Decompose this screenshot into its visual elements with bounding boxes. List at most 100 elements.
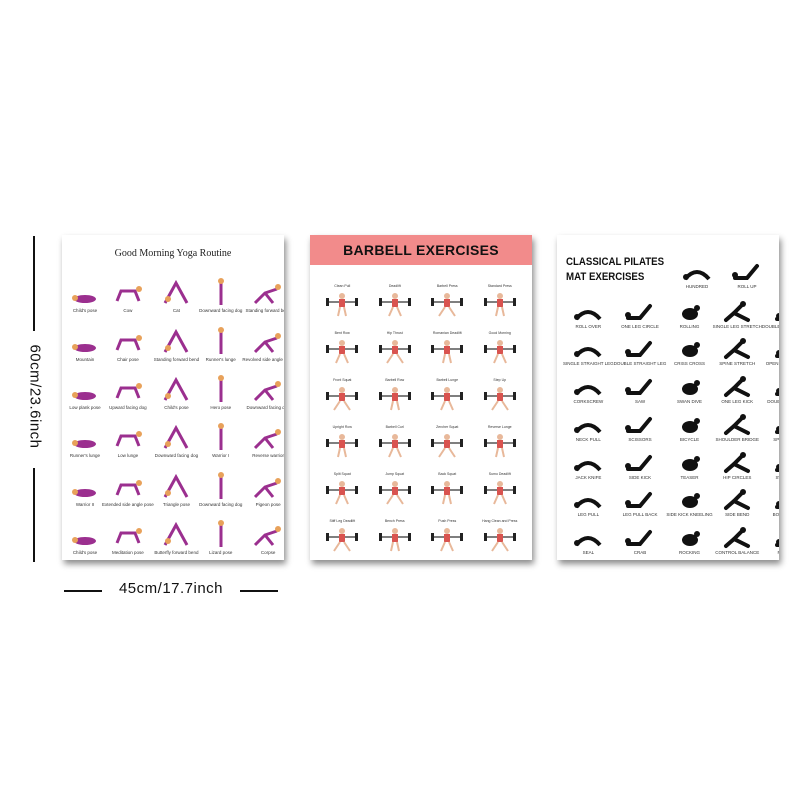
yoga-pose-cell: Upward facing dog [102, 362, 154, 410]
width-guide-line-left [64, 590, 102, 592]
yoga-pose-cell: Triangle pose [154, 458, 199, 507]
pilates-exercise-cell: ONE LEG CIRCLE [614, 291, 667, 329]
pilates-exercise-cell: SEAL [563, 517, 614, 555]
yoga-pose-cell: Warrior II [68, 458, 102, 507]
yoga-pose-figure-icon [254, 332, 282, 353]
yoga-pose-figure-icon [217, 278, 224, 306]
barbell-exercise-cell: Hip Thrust [369, 318, 422, 365]
yoga-pose-figure-icon [254, 525, 282, 547]
barbell-exercise-cell: Clean Pull [316, 271, 369, 318]
barbell-exercise-cell: Push Press [421, 506, 474, 553]
pilates-exercise-figure-icon [681, 493, 700, 509]
barbell-exercise-cell: Good Morning [474, 318, 527, 365]
pilates-exercise-cell: ROLL UP [722, 251, 772, 289]
pilates-exercise-label: CRAB [633, 550, 647, 555]
barbell-exercise-figure-icon [378, 481, 411, 505]
yoga-pose-figure-icon [217, 423, 224, 451]
barbell-exercise-figure-icon [378, 293, 411, 317]
yoga-pose-cell: Downward facing dog [242, 362, 284, 410]
barbell-exercise-figure-icon [378, 340, 411, 364]
height-dimension-guide: 60cm/23.6inch [27, 236, 44, 562]
yoga-pose-figure-icon [164, 376, 189, 401]
yoga-pose-cell: Downward facing dog [199, 458, 242, 507]
yoga-pose-figure-icon [217, 519, 224, 547]
yoga-poster: Good Morning Yoga Routine Child's pose Co… [62, 235, 284, 560]
pilates-exercise-figure-icon [681, 455, 700, 471]
yoga-pose-figure-icon [72, 295, 96, 304]
yoga-pose-figure-icon [164, 280, 189, 305]
pilates-exercise-figure-icon [724, 376, 751, 398]
yoga-pose-cell: Child's pose [68, 507, 102, 555]
barbell-exercise-cell: Deadlift [369, 271, 422, 318]
pilates-exercise-figure-icon [683, 270, 711, 281]
barbell-exercise-figure-icon [326, 434, 359, 458]
pilates-exercise-cell: SPINE STRETCH [713, 329, 762, 366]
pilates-exercise-figure-icon [724, 451, 751, 473]
barbell-exercise-figure-icon [326, 528, 359, 552]
pilates-exercise-figure-icon [574, 498, 602, 509]
barbell-exercise-cell: Hang Clean and Press [474, 506, 527, 553]
pilates-exercise-figure-icon [724, 338, 751, 360]
pilates-exercise-cell: DOUBLE STRAIGHT LEG [614, 329, 666, 366]
pilates-exercise-figure-icon [774, 539, 779, 547]
yoga-pose-figure-icon [254, 284, 282, 305]
pilates-exercise-label: SEAL [582, 550, 595, 555]
pilates-exercise-cell: SAW [614, 366, 667, 404]
pilates-exercise-cell: HIP CIRCLES [713, 442, 762, 480]
pilates-exercise-figure-icon [774, 425, 779, 434]
yoga-pose-cell: Standing forward bend [154, 313, 199, 362]
pilates-exercise-cell: DOUBLE LEG KICK [762, 366, 779, 404]
yoga-pose-figure-icon [115, 479, 142, 496]
pilates-exercise-figure-icon [625, 341, 653, 358]
barbell-exercise-cell: Back Squat [421, 459, 474, 506]
pilates-exercise-figure-icon [574, 460, 602, 471]
barbell-poster: BARBELL EXERCISES Clean Pull Deadlift Barb… [310, 235, 532, 560]
yoga-pose-figure-icon [164, 425, 189, 450]
yoga-pose-figure-icon [254, 380, 282, 402]
pilates-exercise-label: CONTROL BALANCE [715, 550, 760, 555]
yoga-pose-cell: Runner's lunge [68, 410, 102, 458]
pilates-exercise-figure-icon [774, 463, 779, 472]
yoga-pose-label: Child's pose [72, 549, 98, 555]
pilates-exercise-figure-icon [774, 350, 779, 359]
barbell-exercise-cell: Barbell Press [421, 271, 474, 318]
barbell-exercise-figure-icon [431, 481, 464, 505]
yoga-pose-cell: Cow [102, 265, 154, 313]
pilates-exercise-label: ROCKING [679, 550, 701, 555]
pilates-exercise-grid: ROLL OVER ONE LEG CIRCLE ROLLING SINGLE LEG… [563, 291, 779, 555]
barbell-title-banner: BARBELL EXERCISES [310, 235, 532, 265]
yoga-pose-cell: Extended side angle pose [102, 458, 154, 507]
barbell-exercise-figure-icon [483, 387, 516, 411]
yoga-pose-cell: Child's pose [68, 265, 102, 313]
pilates-exercise-figure-icon [681, 304, 700, 320]
pilates-exercise-cell: SPINE TWIST [762, 404, 779, 442]
yoga-pose-figure-icon [72, 391, 96, 400]
barbell-exercise-figure-icon [326, 387, 359, 411]
pilates-title-line-1: CLASSICAL PILATES [566, 256, 665, 268]
pilates-poster-title: CLASSICAL PILATES MAT EXERCISES [566, 255, 676, 285]
yoga-pose-cell: Downward facing dog [199, 265, 242, 313]
barbell-exercise-cell: Jump Squat [369, 459, 422, 506]
pilates-exercise-figure-icon [574, 347, 602, 358]
barbell-exercise-cell: Split Squat [316, 459, 369, 506]
barbell-exercise-cell: Barbell Curl [369, 412, 422, 459]
yoga-pose-grid: Child's pose Cow Cat Downward facing dog Sta… [68, 265, 284, 555]
pilates-exercise-figure-icon [681, 531, 700, 546]
barbell-exercise-figure-icon [483, 481, 516, 505]
yoga-pose-cell: Warrior I [199, 410, 242, 458]
pilates-exercise-figure-icon [681, 342, 700, 358]
pilates-exercise-cell: DOUBLE LEG STRETCH [762, 291, 779, 329]
yoga-pose-figure-icon [217, 326, 224, 354]
barbell-exercise-figure-icon [378, 528, 411, 552]
pilates-exercise-figure-icon [681, 380, 700, 396]
barbell-exercise-figure-icon [378, 387, 411, 411]
pilates-poster: CLASSICAL PILATES MAT EXERCISES HUNDRED R… [557, 235, 779, 560]
pilates-exercise-cell: ROLL OVER [563, 291, 614, 329]
pilates-exercise-cell: SCISSORS [614, 404, 667, 442]
width-dimension-label: 45cm/17.7inch [118, 580, 224, 597]
barbell-exercise-figure-icon [378, 434, 411, 458]
pilates-exercise-cell: ONE LEG KICK [713, 366, 762, 404]
pilates-exercise-figure-icon [625, 454, 653, 471]
yoga-pose-figure-icon [164, 473, 189, 498]
yoga-pose-label: Butterfly forward bend [154, 549, 199, 555]
